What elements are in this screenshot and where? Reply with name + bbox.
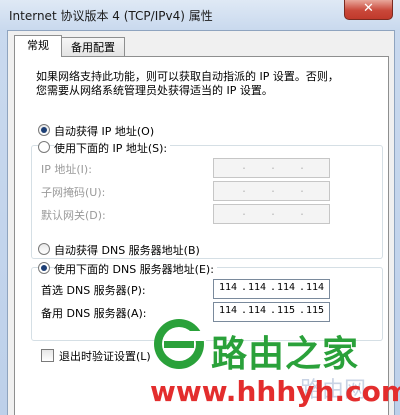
validate-on-exit-checkbox[interactable] <box>41 349 54 362</box>
validate-on-exit-label[interactable]: 退出时验证设置(L) <box>59 348 151 364</box>
manual-ip-radio[interactable] <box>38 141 50 153</box>
dialog-window: Internet 协议版本 4 (TCP/IPv4) 属性 ✕ 常规 备用配置 … <box>0 0 400 415</box>
alternate-dns-label: 备用 DNS 服务器(A): <box>41 307 147 320</box>
auto-dns-radio[interactable] <box>38 243 50 255</box>
alternate-dns-field[interactable]: 114 . 114 . 115 . 115 <box>213 302 330 322</box>
alternate-dns-octet-4: 115 <box>305 305 325 316</box>
preferred-dns-field[interactable]: 114 . 114 . 114 . 114 <box>213 279 330 299</box>
watermark-url: www.hhhyh.com <box>150 375 400 408</box>
preferred-dns-octet-2: 114 <box>247 282 267 293</box>
default-gateway-field: ... <box>213 204 330 224</box>
preferred-dns-octet-1: 114 <box>218 282 238 293</box>
manual-dns-label[interactable]: 使用下面的 DNS 服务器地址(E): <box>54 261 217 277</box>
subnet-mask-field: ... <box>213 181 330 201</box>
auto-dns-label[interactable]: 自动获得 DNS 服务器地址(B) <box>54 242 200 258</box>
title-bar: Internet 协议版本 4 (TCP/IPv4) 属性 ✕ <box>0 0 400 30</box>
ip-address-label: IP 地址(I): <box>41 163 92 176</box>
auto-ip-label[interactable]: 自动获得 IP 地址(O) <box>54 123 154 139</box>
alternate-dns-octet-2: 114 <box>247 305 267 316</box>
close-button[interactable]: ✕ <box>344 0 393 20</box>
tab-general[interactable]: 常规 <box>14 35 62 57</box>
ip-address-field: ... <box>213 158 330 178</box>
tab-alternate-config[interactable]: 备用配置 <box>61 37 125 57</box>
auto-ip-radio[interactable] <box>38 124 50 136</box>
alternate-dns-octet-1: 114 <box>218 305 238 316</box>
watermark-logo-icon <box>154 319 206 369</box>
alternate-dns-octet-3: 115 <box>276 305 296 316</box>
preferred-dns-label: 首选 DNS 服务器(P): <box>41 284 146 297</box>
manual-dns-radio[interactable] <box>38 262 50 274</box>
subnet-mask-label: 子网掩码(U): <box>41 186 106 199</box>
watermark-brand: 路由之家 <box>211 334 360 375</box>
preferred-dns-octet-4: 114 <box>305 282 325 293</box>
window-title: Internet 协议版本 4 (TCP/IPv4) 属性 <box>9 9 213 23</box>
manual-ip-label[interactable]: 使用下面的 IP 地址(S): <box>54 140 171 156</box>
default-gateway-label: 默认网关(D): <box>41 209 106 222</box>
description-line-2: 您需要从网络系统管理员处获得适当的 IP 设置。 <box>36 84 273 97</box>
preferred-dns-octet-3: 114 <box>276 282 296 293</box>
